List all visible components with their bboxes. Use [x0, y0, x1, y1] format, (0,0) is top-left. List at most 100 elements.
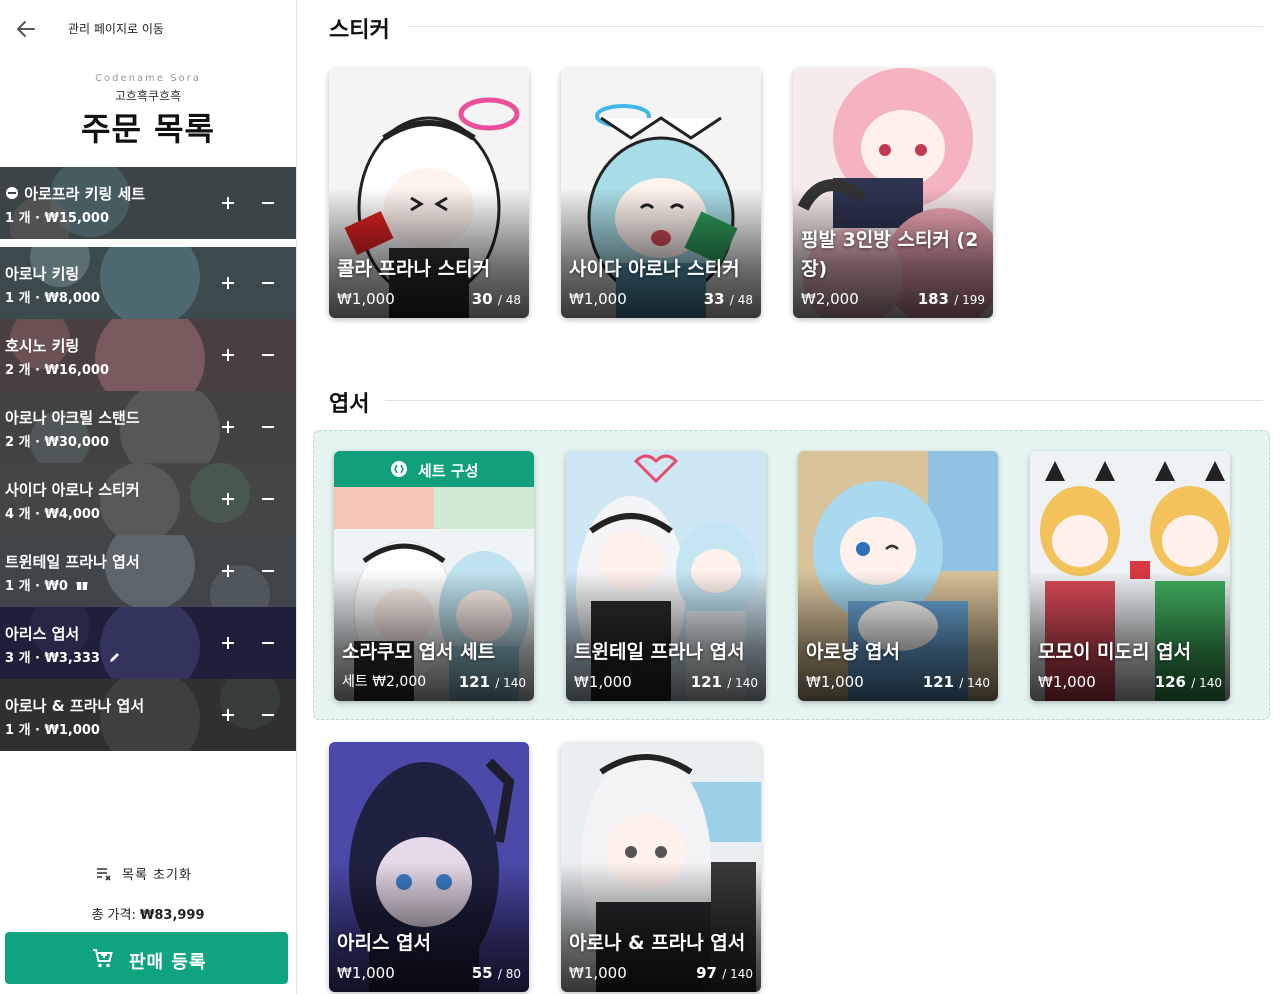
product-title: 아리스 엽서	[337, 932, 432, 954]
product-price: ₩2,000	[801, 290, 859, 308]
product-card[interactable]: 모모이 미도리 엽서 ₩1,000 126 / 140	[1030, 451, 1230, 701]
decrease-button[interactable]	[256, 487, 280, 511]
product-stock: 55 / 80	[471, 964, 521, 982]
total-label: 총 가격:	[91, 908, 136, 923]
decrease-button[interactable]	[256, 191, 280, 215]
order-item-name: 트윈테일 프라나 엽서	[5, 553, 140, 571]
set-group-panel: 세트 구성 소라쿠모 엽서 세트 세트 ₩2,000 121 / 140 트윈테…	[313, 430, 1270, 720]
set-icon	[391, 461, 407, 477]
order-item-detail: 1 개 · ₩0	[5, 575, 88, 594]
order-item-name: 아로나 & 프라나 엽서	[5, 697, 145, 715]
order-item-name: 사이다 아로나 스티커	[5, 481, 140, 499]
order-item-detail: 2 개 · ₩16,000	[5, 363, 110, 378]
product-price: ₩1,000	[1038, 673, 1096, 691]
decrease-button[interactable]	[256, 271, 280, 295]
product-price: ₩1,000	[337, 290, 395, 308]
product-card[interactable]: 아로냥 엽서 ₩1,000 121 / 140	[798, 451, 998, 701]
product-card[interactable]: 사이다 아로나 스티커 ₩1,000 33 / 48	[561, 68, 761, 318]
order-item: 아로나 키링 1 개 · ₩8,000	[0, 247, 296, 319]
product-stock: 121 / 140	[922, 673, 990, 691]
product-title: 소라쿠모 엽서 세트	[342, 641, 496, 663]
product-price: ₩1,000	[806, 673, 864, 691]
increase-button[interactable]	[216, 487, 240, 511]
product-price: ₩1,000	[569, 290, 627, 308]
order-item: 아로프라 키링 세트 1 개 · ₩15,000	[0, 167, 296, 239]
product-title: 핑발 3인방 스티커 (2장)	[801, 229, 979, 280]
order-item-name: 호시노 키링	[5, 337, 80, 355]
order-item: 아로나 아크릴 스탠드 2 개 · ₩30,000	[0, 391, 296, 463]
increase-button[interactable]	[216, 271, 240, 295]
product-title: 트윈테일 프라나 엽서	[574, 641, 745, 663]
cart-add-icon	[93, 949, 113, 968]
increase-button[interactable]	[216, 703, 240, 727]
product-stock: 30 / 48	[471, 290, 521, 308]
clear-list-icon	[97, 868, 111, 881]
increase-button[interactable]	[216, 343, 240, 367]
coupon-icon	[6, 187, 18, 199]
decrease-button[interactable]	[256, 703, 280, 727]
order-item-detail: 1 개 · ₩15,000	[5, 211, 110, 226]
set-product-card[interactable]: 세트 구성 소라쿠모 엽서 세트 세트 ₩2,000 121 / 140	[334, 451, 534, 701]
order-item-name: 아리스 엽서	[5, 625, 80, 643]
total-value: ₩83,999	[140, 908, 205, 923]
product-area: 스티커 콜라 프라나 스티커 ₩1,000 30 / 48 사이다 아로나 스티…	[297, 0, 1281, 994]
product-card[interactable]: 아로나 & 프라나 엽서 ₩1,000 97 / 140	[561, 742, 761, 992]
back-label: 관리 페이지로 이동	[68, 22, 164, 36]
product-stock: 97 / 140	[696, 964, 753, 982]
register-sale-button[interactable]: 판매 등록	[5, 932, 288, 984]
increase-button[interactable]	[216, 415, 240, 439]
product-price: ₩1,000	[569, 964, 627, 982]
decrease-button[interactable]	[256, 559, 280, 583]
total-price: 총 가격: ₩83,999	[0, 904, 296, 923]
decrease-button[interactable]	[256, 631, 280, 655]
pencil-icon	[109, 653, 119, 662]
reset-list-button[interactable]: 목록 초기화	[0, 860, 296, 884]
product-price: 세트 ₩2,000	[342, 674, 427, 690]
order-item: 아로나 & 프라나 엽서 1 개 · ₩1,000	[0, 679, 296, 751]
increase-button[interactable]	[216, 631, 240, 655]
section-title-stickers: 스티커	[329, 18, 390, 43]
product-title: 아로나 & 프라나 엽서	[569, 932, 746, 954]
order-item: 호시노 키링 2 개 · ₩16,000	[0, 319, 296, 391]
order-item-detail: 3 개 · ₩3,333	[5, 647, 121, 666]
section-title-postcards: 엽서	[329, 392, 370, 417]
section-divider	[407, 26, 1263, 27]
product-card[interactable]: 콜라 프라나 스티커 ₩1,000 30 / 48	[329, 68, 529, 318]
order-item-detail: 2 개 · ₩30,000	[5, 435, 110, 450]
product-title: 아로냥 엽서	[806, 641, 901, 663]
product-title: 모모이 미도리 엽서	[1038, 641, 1192, 663]
decrease-button[interactable]	[256, 343, 280, 367]
order-item-name: 아로나 아크릴 스탠드	[5, 409, 140, 427]
increase-button[interactable]	[216, 559, 240, 583]
product-stock: 121 / 140	[458, 673, 526, 691]
product-stock: 121 / 140	[690, 673, 758, 691]
increase-button[interactable]	[216, 191, 240, 215]
arrow-left-icon	[17, 21, 35, 37]
codename: Codename Sora	[95, 73, 201, 84]
order-item-detail: 1 개 · ₩1,000	[5, 723, 100, 738]
order-item: 사이다 아로나 스티커 4 개 · ₩4,000	[0, 463, 296, 535]
set-banner: 세트 구성	[334, 451, 534, 487]
product-card[interactable]: 핑발 3인방 스티커 (2장) ₩2,000 183 / 199	[793, 68, 993, 318]
order-item-detail: 1 개 · ₩8,000	[5, 291, 100, 306]
back-to-admin-link[interactable]: 관리 페이지로 이동	[0, 0, 296, 58]
shop-name: 고흐흑쿠흐흑	[114, 89, 182, 103]
product-title: 콜라 프라나 스티커	[337, 258, 491, 280]
product-price: ₩1,000	[337, 964, 395, 982]
gift-icon	[76, 582, 88, 590]
product-card[interactable]: 아리스 엽서 ₩1,000 55 / 80	[329, 742, 529, 992]
order-item-detail: 4 개 · ₩4,000	[5, 507, 100, 522]
product-card[interactable]: 트윈테일 프라나 엽서 ₩1,000 121 / 140	[566, 451, 766, 701]
product-stock: 126 / 140	[1154, 673, 1222, 691]
order-item-name: 아로나 키링	[5, 265, 80, 283]
order-item: 아리스 엽서 3 개 · ₩3,333	[0, 607, 296, 679]
product-stock: 33 / 48	[703, 290, 753, 308]
product-stock: 183 / 199	[917, 290, 985, 308]
section-divider	[385, 400, 1263, 401]
sidebar: 관리 페이지로 이동 Codename Sora 고흐흑쿠흐흑 주문 목록 아로…	[0, 0, 297, 994]
decrease-button[interactable]	[256, 415, 280, 439]
order-item: 트윈테일 프라나 엽서 1 개 · ₩0	[0, 535, 296, 607]
product-price: ₩1,000	[574, 673, 632, 691]
page-title: 주문 목록	[81, 110, 215, 148]
product-title: 사이다 아로나 스티커	[569, 258, 740, 280]
